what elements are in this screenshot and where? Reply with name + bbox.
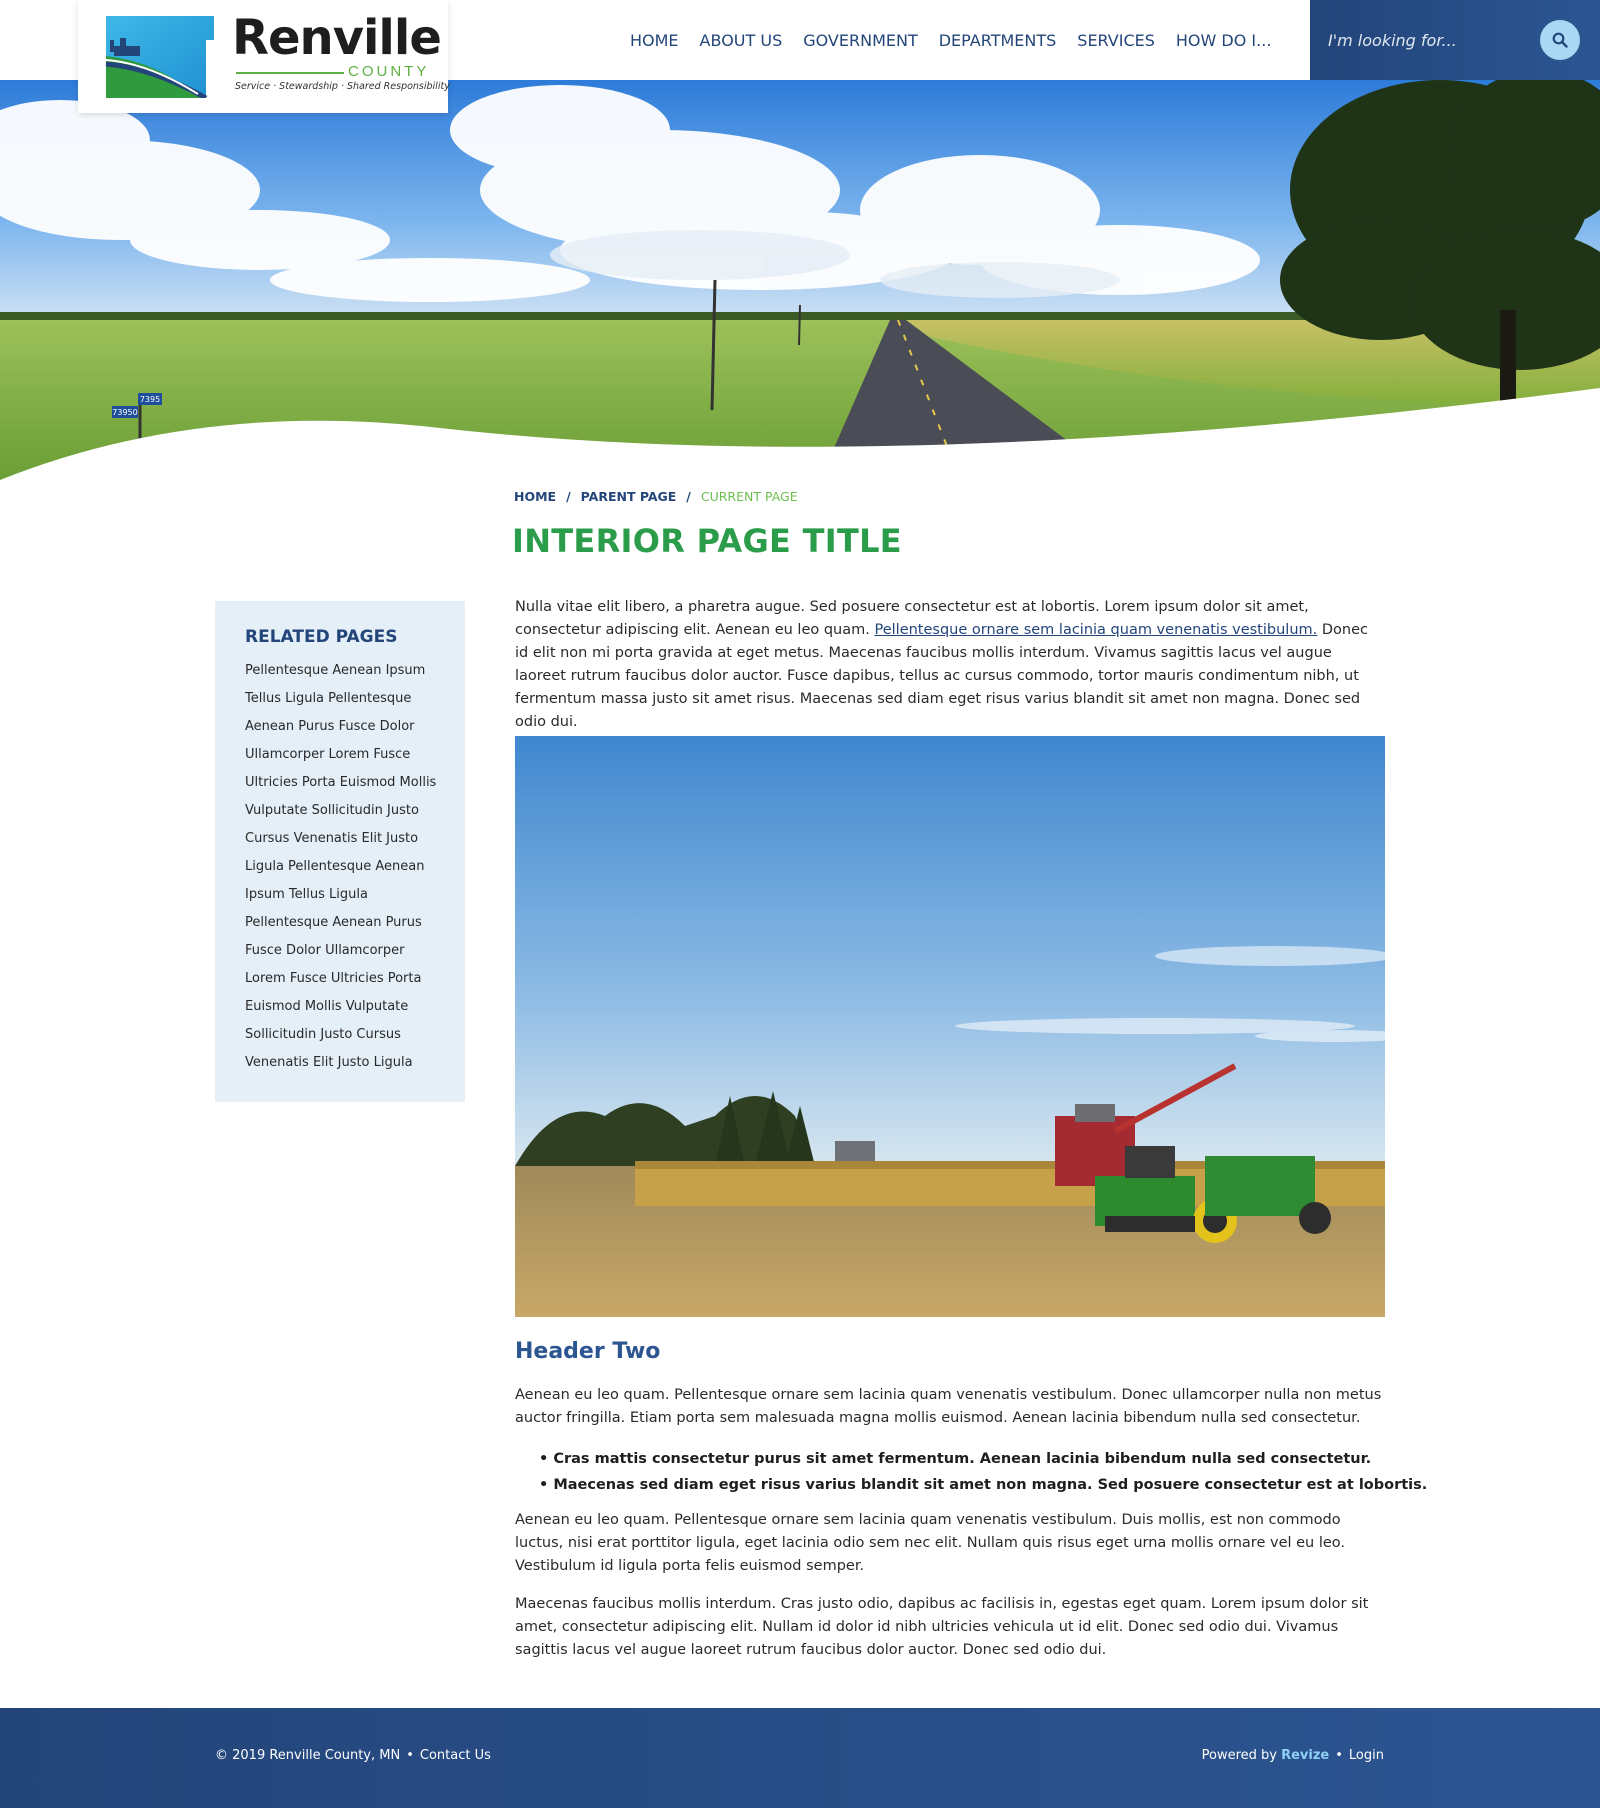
intro-paragraph: Nulla vitae elit libero, a pharetra augu… xyxy=(515,596,1385,730)
related-page-link[interactable]: Ipsum Tellus Ligula xyxy=(245,887,368,902)
related-page-link[interactable]: Pellentesque Aenean Purus xyxy=(245,915,422,930)
intro-link[interactable]: Pellentesque ornare sem lacinia quam ven… xyxy=(874,622,1317,638)
list-item: Vulputate Sollicitudin Justo xyxy=(245,797,465,825)
related-page-link[interactable]: Vulputate Sollicitudin Justo xyxy=(245,803,419,818)
revize-link[interactable]: Revize xyxy=(1281,1748,1329,1763)
nav-services[interactable]: SERVICES xyxy=(1077,31,1155,50)
list-item: Maecenas sed diam eget risus varius blan… xyxy=(539,1472,1427,1498)
body-paragraph: Aenean eu leo quam. Pellentesque ornare … xyxy=(515,1387,1382,1426)
list-item: Sollicitudin Justo Cursus xyxy=(245,1021,465,1049)
copyright: © 2019 Renville County, MN xyxy=(215,1748,401,1763)
page-title: INTERIOR PAGE TITLE xyxy=(512,522,902,560)
related-pages-list: Pellentesque Aenean Ipsum Tellus Ligula … xyxy=(245,657,465,1077)
related-page-link[interactable]: Lorem Fusce Ultricies Porta xyxy=(245,971,421,986)
site-header: Renville COUNTY Service · Stewardship · … xyxy=(0,0,1600,113)
site-footer: © 2019 Renville County, MN • Contact Us Po… xyxy=(0,1708,1600,1808)
contact-us-link[interactable]: Contact Us xyxy=(420,1748,491,1763)
hero-banner: 7395 73950 xyxy=(0,80,1600,480)
list-item: Cras mattis consectetur purus sit amet f… xyxy=(539,1446,1427,1472)
section-heading: Header Two xyxy=(515,1339,661,1364)
nav-about-us[interactable]: ABOUT US xyxy=(700,31,783,50)
breadcrumb-home[interactable]: HOME xyxy=(514,489,556,504)
breadcrumb-parent[interactable]: PARENT PAGE xyxy=(581,489,677,504)
bullet-list: Cras mattis consectetur purus sit amet f… xyxy=(539,1446,1427,1498)
main-content: Nulla vitae elit libero, a pharetra augu… xyxy=(515,596,1427,1658)
related-page-link[interactable]: Venenatis Elit Justo Ligula xyxy=(245,1055,413,1070)
search-button[interactable] xyxy=(1540,20,1580,60)
related-pages-sidebar: RELATED PAGES Pellentesque Aenean Ipsum … xyxy=(215,601,465,1102)
footer-left: © 2019 Renville County, MN • Contact Us xyxy=(215,1748,491,1763)
logo-emblem-icon xyxy=(105,16,214,98)
powered-by-label: Powered by xyxy=(1201,1748,1277,1763)
intro-text-end: Donec id elit non mi porta gravida at eg… xyxy=(515,622,1368,730)
login-link[interactable]: Login xyxy=(1349,1748,1384,1763)
list-item: Pellentesque Aenean Ipsum xyxy=(245,657,465,685)
breadcrumb-current: CURRENT PAGE xyxy=(700,489,798,504)
nav-departments[interactable]: DEPARTMENTS xyxy=(939,31,1057,50)
search-icon xyxy=(1552,32,1568,48)
related-page-link[interactable]: Pellentesque Aenean Ipsum xyxy=(245,663,425,678)
road-sign-73950: 73950 xyxy=(112,408,137,417)
list-item: Ultricies Porta Euismod Mollis xyxy=(245,769,465,797)
site-logo[interactable]: Renville COUNTY Service · Stewardship · … xyxy=(78,0,450,113)
logo-name: Renville xyxy=(232,10,442,66)
list-item: Euismod Mollis Vulputate xyxy=(245,993,465,1021)
related-page-link[interactable]: Fusce Dolor Ullamcorper xyxy=(245,943,404,958)
footer-separator: • xyxy=(1335,1748,1343,1763)
logo-rule xyxy=(236,72,344,74)
list-item: Tellus Ligula Pellentesque xyxy=(245,685,465,713)
logo-county: COUNTY xyxy=(348,63,430,80)
breadcrumb-separator: / xyxy=(686,489,691,504)
footer-separator: • xyxy=(406,1748,414,1763)
main-nav: HOME ABOUT US GOVERNMENT DEPARTMENTS SER… xyxy=(630,0,1292,80)
list-item: Cursus Venenatis Elit Justo xyxy=(245,825,465,853)
breadcrumb-separator: / xyxy=(566,489,571,504)
list-item: Ligula Pellentesque Aenean xyxy=(245,853,465,881)
list-item: Fusce Dolor Ullamcorper xyxy=(245,937,465,965)
body-paragraph: Aenean eu leo quam. Pellentesque ornare … xyxy=(515,1512,1346,1574)
list-item: Ullamcorper Lorem Fusce xyxy=(245,741,465,769)
list-item: Ipsum Tellus Ligula xyxy=(245,881,465,909)
nav-government[interactable]: GOVERNMENT xyxy=(803,31,918,50)
related-page-link[interactable]: Ultricies Porta Euismod Mollis xyxy=(245,775,436,790)
list-item: Pellentesque Aenean Purus xyxy=(245,909,465,937)
breadcrumb: HOME / PARENT PAGE / CURRENT PAGE xyxy=(514,489,798,504)
sidebar-title: RELATED PAGES xyxy=(245,627,398,647)
hero-landscape-image: 7395 73950 xyxy=(0,80,1600,480)
nav-how-do-i[interactable]: HOW DO I... xyxy=(1176,31,1272,50)
harvest-image xyxy=(515,736,1385,1317)
nav-home[interactable]: HOME xyxy=(630,31,679,50)
logo-tagline: Service · Stewardship · Shared Responsib… xyxy=(235,81,450,92)
road-sign-7395: 7395 xyxy=(140,395,160,404)
body-paragraph: Maecenas faucibus mollis interdum. Cras … xyxy=(515,1596,1369,1658)
search-input[interactable] xyxy=(1328,24,1528,56)
related-page-link[interactable]: Aenean Purus Fusce Dolor xyxy=(245,719,415,734)
related-page-link[interactable]: Ligula Pellentesque Aenean xyxy=(245,859,425,874)
footer-right: Powered by Revize • Login xyxy=(1202,1748,1384,1763)
related-page-link[interactable]: Tellus Ligula Pellentesque xyxy=(245,691,411,706)
related-page-link[interactable]: Cursus Venenatis Elit Justo xyxy=(245,831,418,846)
list-item: Lorem Fusce Ultricies Porta xyxy=(245,965,465,993)
list-item: Aenean Purus Fusce Dolor xyxy=(245,713,465,741)
search-area xyxy=(1310,0,1600,80)
related-page-link[interactable]: Sollicitudin Justo Cursus xyxy=(245,1027,401,1042)
list-item: Venenatis Elit Justo Ligula xyxy=(245,1049,465,1077)
related-page-link[interactable]: Euismod Mollis Vulputate xyxy=(245,999,408,1014)
harvest-photo xyxy=(515,736,1385,1317)
related-page-link[interactable]: Ullamcorper Lorem Fusce xyxy=(245,747,410,762)
